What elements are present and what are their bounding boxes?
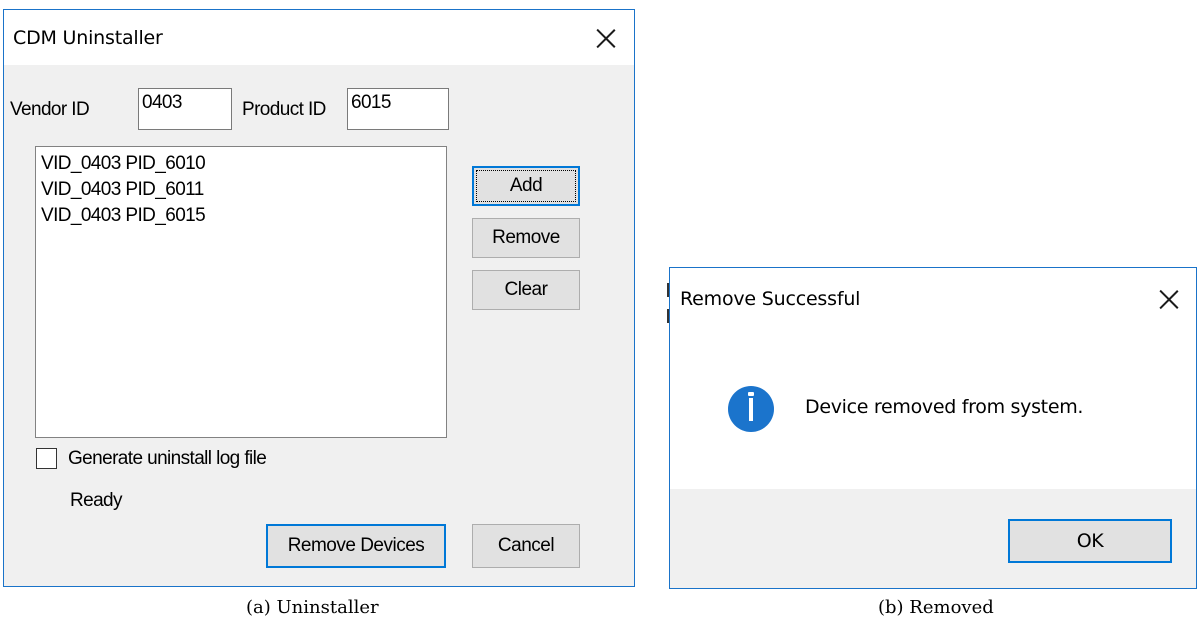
message-text: Device removed from system. xyxy=(805,396,1084,418)
clear-button[interactable]: Clear xyxy=(472,270,580,310)
product-id-label: Product ID xyxy=(242,99,326,120)
caption-uninstaller: (a) Uninstaller xyxy=(246,597,379,618)
message-box-title: Remove Successful xyxy=(680,288,861,310)
add-button[interactable]: Add xyxy=(472,166,580,206)
vendor-id-input[interactable]: 0403 xyxy=(138,88,232,130)
status-text: Ready xyxy=(70,490,123,511)
vendor-id-label: Vendor ID xyxy=(10,99,90,120)
list-item[interactable]: VID_0403 PID_6010 xyxy=(41,151,446,177)
log-file-label[interactable]: Generate uninstall log file xyxy=(68,448,267,470)
device-list[interactable]: VID_0403 PID_6010 VID_0403 PID_6011 VID_… xyxy=(35,146,447,438)
list-item[interactable]: VID_0403 PID_6015 xyxy=(41,203,446,229)
log-file-checkbox[interactable] xyxy=(36,448,57,469)
message-box-footer: OK xyxy=(670,489,1196,588)
uninstaller-title: CDM Uninstaller xyxy=(13,27,163,49)
close-icon[interactable] xyxy=(594,26,618,50)
uninstaller-window: CDM Uninstaller Vendor ID 0403 Product I… xyxy=(3,9,635,587)
figure: CDM Uninstaller Vendor ID 0403 Product I… xyxy=(0,0,1199,629)
uninstaller-title-bar[interactable]: CDM Uninstaller xyxy=(4,10,634,65)
info-icon xyxy=(728,386,774,432)
product-id-input[interactable]: 6015 xyxy=(347,88,449,130)
close-icon[interactable] xyxy=(1157,287,1181,311)
remove-devices-button[interactable]: Remove Devices xyxy=(266,524,446,568)
remove-button[interactable]: Remove xyxy=(472,218,580,258)
list-item[interactable]: VID_0403 PID_6011 xyxy=(41,177,446,203)
message-box-window: Remove Successful Device removed from sy… xyxy=(669,267,1197,589)
cancel-button[interactable]: Cancel xyxy=(472,524,580,568)
caption-removed: (b) Removed xyxy=(878,597,994,618)
ok-button[interactable]: OK xyxy=(1008,519,1172,563)
